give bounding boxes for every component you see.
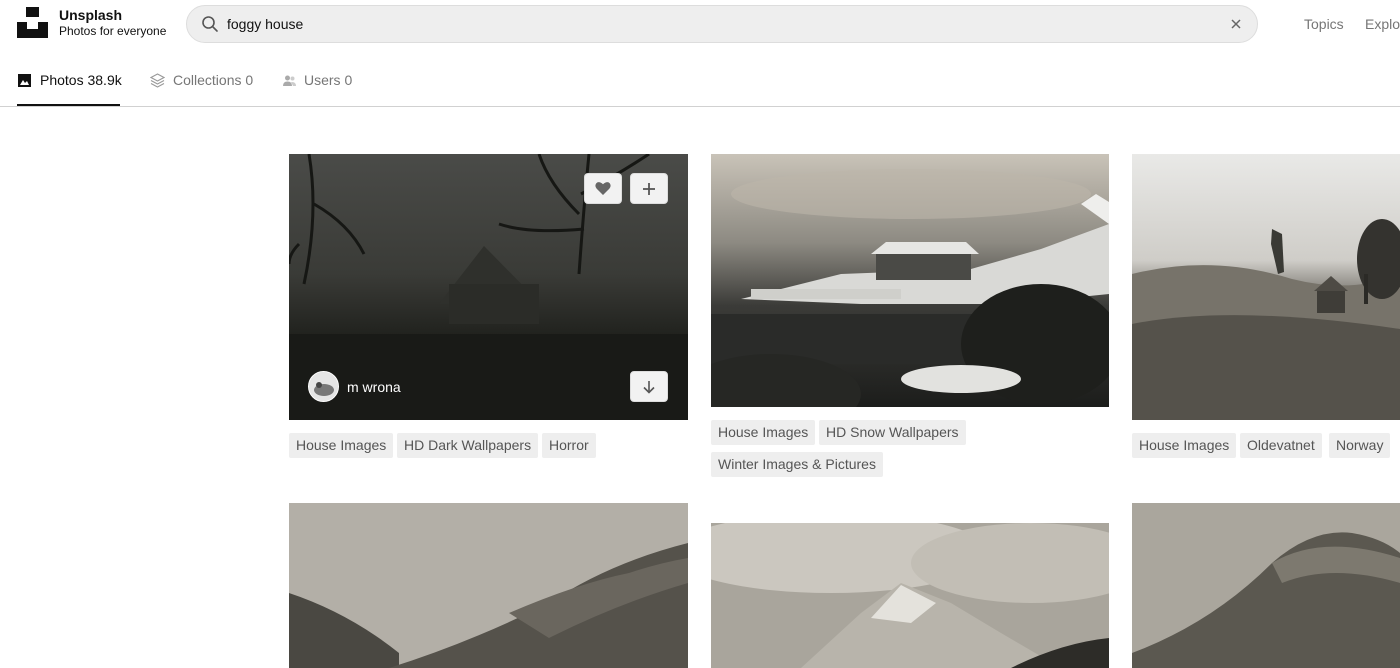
tag[interactable]: House Images bbox=[711, 420, 816, 445]
avatar bbox=[308, 371, 339, 402]
search-tabs: Photos 38.9k Collections 0 Users 0 bbox=[0, 48, 1400, 107]
tab-collections[interactable]: Collections 0 bbox=[150, 72, 260, 106]
author-name: m wrona bbox=[347, 379, 401, 395]
nav-link-topics[interactable]: Topics bbox=[1304, 16, 1344, 32]
tab-collections-label: Collections 0 bbox=[173, 72, 254, 88]
brand-tagline: Photos for everyone bbox=[59, 24, 167, 38]
heart-icon bbox=[595, 182, 611, 195]
tab-photos[interactable]: Photos 38.9k bbox=[17, 72, 122, 106]
image-icon bbox=[18, 74, 31, 87]
brand-name: Unsplash bbox=[59, 7, 123, 23]
photo-hill-hut[interactable] bbox=[1132, 154, 1400, 420]
tag[interactable]: House Images bbox=[1132, 433, 1237, 458]
nav-link-explore[interactable]: Explor bbox=[1365, 16, 1400, 32]
download-arrow-icon bbox=[643, 380, 655, 394]
photo-snowy-island-house[interactable] bbox=[711, 154, 1109, 407]
photo-mountain-valley[interactable] bbox=[289, 503, 688, 668]
tag[interactable]: Winter Images & Pictures bbox=[711, 452, 883, 477]
tag[interactable]: Norway bbox=[1329, 433, 1391, 458]
add-to-collection-button[interactable] bbox=[630, 173, 668, 204]
tag[interactable]: HD Dark Wallpapers bbox=[397, 433, 539, 458]
unsplash-logo-icon[interactable] bbox=[17, 7, 48, 38]
close-icon[interactable] bbox=[1227, 15, 1245, 33]
tag[interactable]: HD Snow Wallpapers bbox=[819, 420, 966, 445]
search-bar bbox=[186, 5, 1258, 43]
tab-users[interactable]: Users 0 bbox=[282, 72, 362, 106]
users-icon bbox=[283, 75, 296, 86]
like-button[interactable] bbox=[584, 173, 622, 204]
tag[interactable]: Horror bbox=[542, 433, 596, 458]
download-button[interactable] bbox=[630, 371, 668, 402]
plus-icon bbox=[643, 182, 655, 195]
photo-snowy-peaks[interactable] bbox=[711, 523, 1109, 668]
brand[interactable]: Unsplash Photos for everyone bbox=[59, 7, 166, 39]
collections-icon bbox=[150, 73, 165, 88]
header: Unsplash Photos for everyone Topics Expl… bbox=[0, 0, 1400, 48]
tag[interactable]: Oldevatnet bbox=[1240, 433, 1322, 458]
photo-mountain-slope[interactable] bbox=[1132, 503, 1400, 668]
tag[interactable]: House Images bbox=[289, 433, 394, 458]
tab-users-label: Users 0 bbox=[304, 72, 353, 88]
search-input[interactable] bbox=[227, 14, 1207, 34]
search-icon[interactable] bbox=[201, 15, 219, 33]
tab-photos-label: Photos 38.9k bbox=[40, 72, 122, 88]
